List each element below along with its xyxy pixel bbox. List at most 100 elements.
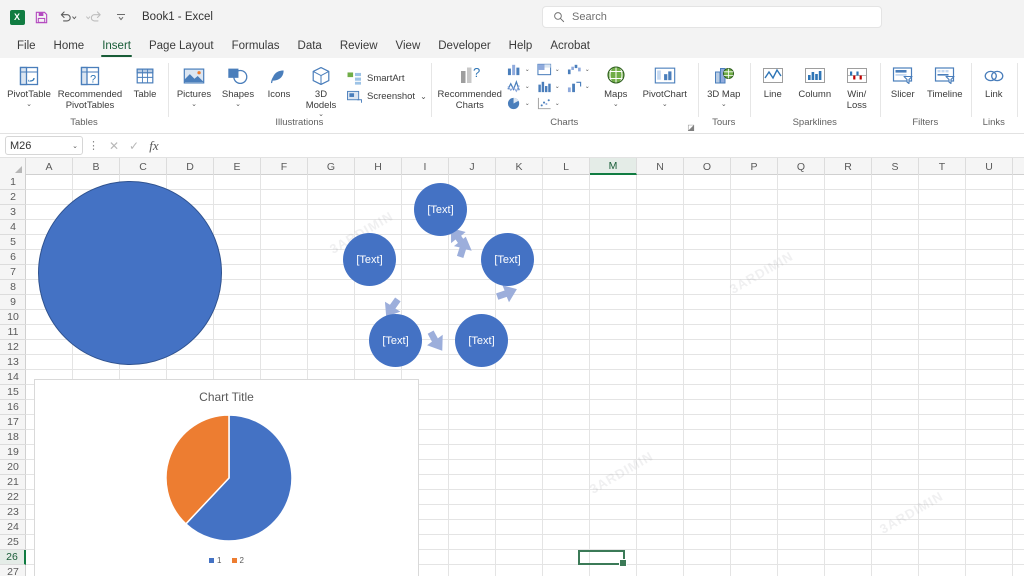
column-header-f[interactable]: F <box>261 158 308 175</box>
tab-formulas[interactable]: Formulas <box>223 37 289 58</box>
column-header-g[interactable]: G <box>308 158 355 175</box>
row-header-2[interactable]: 2 <box>0 190 26 205</box>
sparkline-winloss-button[interactable]: Win/ Loss <box>838 61 876 111</box>
sparkline-column-button[interactable]: Column <box>793 61 837 101</box>
chevron-down-icon[interactable]: ⌄ <box>72 142 78 150</box>
chevron-down-icon[interactable]: ⌄ <box>555 100 560 107</box>
chevron-down-icon[interactable]: ⌄ <box>26 101 32 108</box>
row-header-10[interactable]: 10 <box>0 310 26 325</box>
pivottable-button[interactable]: PivotTable ⌄ <box>4 61 54 108</box>
chevron-down-icon[interactable]: ⌄ <box>191 101 197 108</box>
row-header-6[interactable]: 6 <box>0 250 26 265</box>
search-box[interactable]: Search <box>542 6 882 28</box>
sparkline-line-button[interactable]: Line <box>754 61 792 101</box>
column-header-c[interactable]: C <box>120 158 167 175</box>
row-header-19[interactable]: 19 <box>0 445 26 460</box>
column-header-j[interactable]: J <box>449 158 496 175</box>
undo-icon[interactable] <box>54 6 80 28</box>
column-header-e[interactable]: E <box>214 158 261 175</box>
row-header-22[interactable]: 22 <box>0 490 26 505</box>
tab-home[interactable]: Home <box>45 37 94 58</box>
smartart-node-1[interactable]: [Text] <box>414 183 467 236</box>
column-header-n[interactable]: N <box>637 158 684 175</box>
charts-dialog-launcher[interactable]: ◪ <box>687 123 695 132</box>
chevron-down-icon[interactable]: ⌄ <box>662 101 668 108</box>
row-header-4[interactable]: 4 <box>0 220 26 235</box>
recommended-pivottables-button[interactable]: ? Recommended PivotTables <box>55 61 125 111</box>
enter-icon[interactable]: ✓ <box>124 139 144 153</box>
waterfall-chart-button[interactable]: ⌄ <box>566 62 596 77</box>
row-header-16[interactable]: 16 <box>0 400 26 415</box>
row-header-8[interactable]: 8 <box>0 280 26 295</box>
pie-chart-object[interactable]: Chart Title 1 2 <box>34 379 419 576</box>
cancel-icon[interactable]: ✕ <box>104 139 124 153</box>
tab-file[interactable]: File <box>8 37 45 58</box>
tab-insert[interactable]: Insert <box>93 37 140 58</box>
scatter-chart-button[interactable]: ⌄ <box>536 96 566 111</box>
row-header-14[interactable]: 14 <box>0 370 26 385</box>
name-box[interactable]: M26 ⌄ <box>5 136 83 155</box>
link-button[interactable]: Link <box>975 61 1013 101</box>
tab-developer[interactable]: Developer <box>429 37 499 58</box>
insert-function-icon[interactable]: fx <box>144 138 164 154</box>
column-header-l[interactable]: L <box>543 158 590 175</box>
save-icon[interactable] <box>30 6 52 28</box>
shapes-button[interactable]: Shapes ⌄ <box>217 61 259 108</box>
select-all-corner[interactable] <box>0 158 26 175</box>
smartart-node-2[interactable]: [Text] <box>481 233 534 286</box>
column-header-t[interactable]: T <box>919 158 966 175</box>
redo-icon[interactable] <box>82 6 108 28</box>
tab-view[interactable]: View <box>387 37 430 58</box>
3d-map-button[interactable]: 3D Map ⌄ <box>702 61 746 108</box>
chevron-down-icon[interactable]: ⌄ <box>525 100 530 107</box>
chevron-down-icon[interactable]: ⌄ <box>585 83 590 90</box>
table-button[interactable]: Table <box>126 61 164 101</box>
row-header-18[interactable]: 18 <box>0 430 26 445</box>
tab-page-layout[interactable]: Page Layout <box>140 37 223 58</box>
chevron-down-icon[interactable]: ⌄ <box>721 101 727 108</box>
slicer-button[interactable]: Slicer <box>884 61 922 101</box>
timeline-button[interactable]: Timeline <box>923 61 967 101</box>
chevron-down-icon[interactable]: ⌄ <box>525 66 530 73</box>
smartart-node-5[interactable]: [Text] <box>343 233 396 286</box>
column-header-u[interactable]: U <box>966 158 1013 175</box>
column-header-d[interactable]: D <box>167 158 214 175</box>
legend-item[interactable]: 2 <box>232 556 244 565</box>
smartart-node-3[interactable]: [Text] <box>455 314 508 367</box>
row-header-1[interactable]: 1 <box>0 175 26 190</box>
line-chart-button[interactable]: ⌄ <box>506 79 536 94</box>
smartart-node-4[interactable]: [Text] <box>369 314 422 367</box>
tab-data[interactable]: Data <box>289 37 331 58</box>
row-header-26[interactable]: 26 <box>0 550 26 565</box>
icons-button[interactable]: Icons <box>260 61 298 101</box>
column-header-i[interactable]: I <box>402 158 449 175</box>
row-header-12[interactable]: 12 <box>0 340 26 355</box>
name-box-options-icon[interactable]: ⋮ <box>83 139 104 152</box>
row-header-21[interactable]: 21 <box>0 475 26 490</box>
column-header-p[interactable]: P <box>731 158 778 175</box>
column-header-k[interactable]: K <box>496 158 543 175</box>
chevron-down-icon[interactable]: ⌄ <box>585 66 590 73</box>
hierarchy-chart-button[interactable]: ⌄ <box>536 62 566 77</box>
column-header-o[interactable]: O <box>684 158 731 175</box>
row-header-3[interactable]: 3 <box>0 205 26 220</box>
screenshot-button[interactable]: Screenshot ⌄ <box>347 90 427 103</box>
oval-shape[interactable] <box>38 181 222 365</box>
column-chart-button[interactable]: ⌄ <box>506 62 536 77</box>
smartart-button[interactable]: SmartArt <box>347 72 427 85</box>
column-header-b[interactable]: B <box>73 158 120 175</box>
pictures-button[interactable]: Pictures ⌄ <box>172 61 216 108</box>
chevron-down-icon[interactable]: ⌄ <box>420 92 427 101</box>
tab-help[interactable]: Help <box>500 37 542 58</box>
maps-button[interactable]: Maps ⌄ <box>597 61 635 108</box>
formula-input[interactable] <box>164 136 1018 155</box>
row-header-25[interactable]: 25 <box>0 535 26 550</box>
customize-quick-access-toolbar-icon[interactable] <box>110 6 132 28</box>
bar-chart-button[interactable]: ⌄ <box>536 79 566 94</box>
row-header-5[interactable]: 5 <box>0 235 26 250</box>
column-header-q[interactable]: Q <box>778 158 825 175</box>
stock-chart-button[interactable]: ⌄ <box>566 79 596 94</box>
row-header-17[interactable]: 17 <box>0 415 26 430</box>
3d-models-button[interactable]: 3D Models ⌄ <box>299 61 343 118</box>
smartart-basic-cycle[interactable]: [Text] [Text] [Text] [Text] [Text] <box>326 175 556 380</box>
